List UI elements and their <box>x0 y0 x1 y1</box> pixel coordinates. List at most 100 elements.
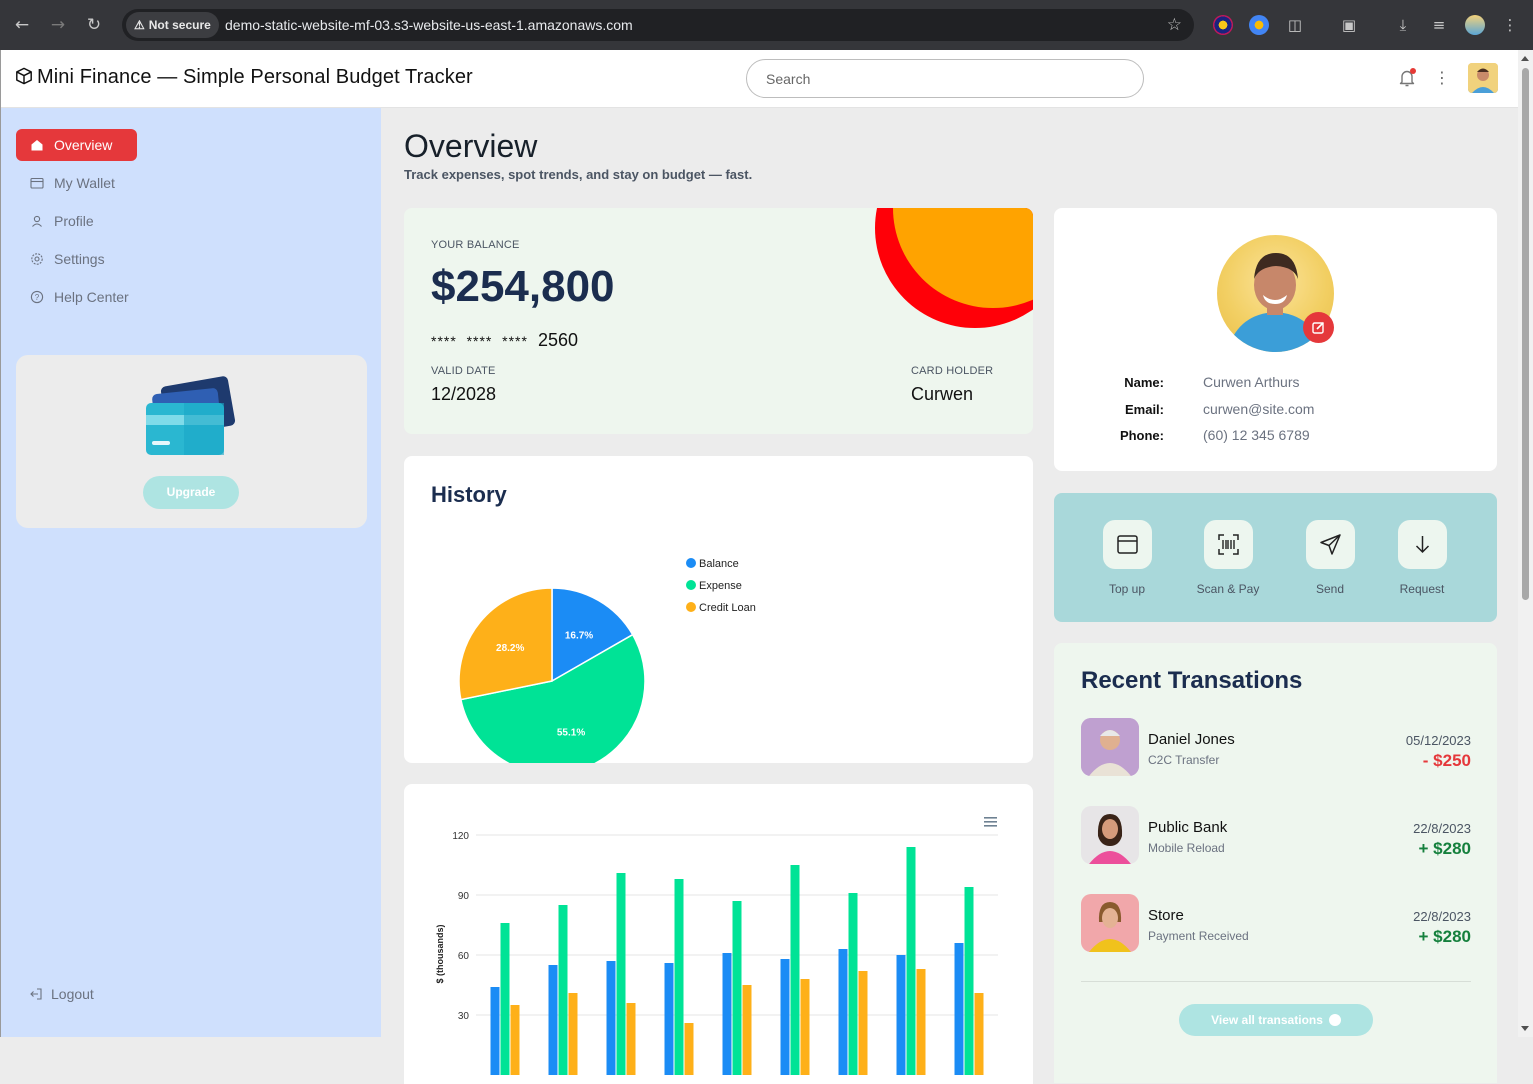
bar[interactable] <box>858 971 868 1075</box>
logout-link[interactable]: Logout <box>29 986 94 1002</box>
bar[interactable] <box>974 993 984 1075</box>
pie-data-label: 16.7% <box>565 630 593 641</box>
user-avatar[interactable] <box>1468 63 1498 93</box>
browser-profile-avatar[interactable] <box>1465 15 1485 35</box>
extension-icon[interactable] <box>1249 15 1269 35</box>
bar[interactable] <box>674 879 684 1075</box>
extension-icon[interactable] <box>1213 15 1233 35</box>
home-icon <box>31 140 43 151</box>
send-label: Send <box>1315 582 1345 596</box>
bar[interactable] <box>606 961 616 1075</box>
scroll-up-icon[interactable] <box>1521 56 1529 61</box>
legend-label[interactable]: Balance <box>699 558 739 570</box>
bar[interactable] <box>684 1023 694 1075</box>
scrollbar-thumb[interactable] <box>1522 68 1529 600</box>
scroll-down-icon[interactable] <box>1521 1026 1529 1031</box>
bar[interactable] <box>500 923 510 1075</box>
bar[interactable] <box>916 969 926 1075</box>
search-input[interactable] <box>746 59 1144 98</box>
bar[interactable] <box>742 985 752 1075</box>
bar[interactable] <box>964 887 974 1075</box>
bar[interactable] <box>568 993 578 1075</box>
y-tick-label: 60 <box>458 951 470 962</box>
transaction-name: Daniel Jones <box>1148 731 1235 748</box>
back-icon[interactable]: ← <box>11 14 33 36</box>
sidebar-item-label: Profile <box>54 213 94 229</box>
notification-bell[interactable] <box>1398 68 1416 88</box>
transaction-row[interactable]: Public Bank Mobile Reload 22/8/2023 + $2… <box>1081 806 1471 864</box>
edit-avatar-button[interactable] <box>1303 312 1334 343</box>
bar[interactable] <box>780 959 790 1075</box>
warning-icon: ⚠ <box>134 18 145 32</box>
valid-date-label: VALID DATE <box>431 365 496 377</box>
browser-menu-icon[interactable]: ⋮ <box>1500 15 1520 35</box>
bar[interactable] <box>896 955 906 1075</box>
bar[interactable] <box>790 865 800 1075</box>
bar[interactable] <box>510 1005 520 1075</box>
request-button[interactable]: Request <box>1372 520 1472 596</box>
y-tick-label: 30 <box>458 1011 470 1022</box>
more-options-icon[interactable]: ⋮ <box>1434 67 1450 89</box>
media-icon[interactable]: ≡ <box>1429 15 1449 35</box>
notification-dot <box>1410 68 1416 74</box>
legend-label[interactable]: Expense <box>699 580 742 592</box>
scan-pay-button[interactable]: Scan & Pay <box>1178 520 1278 596</box>
address-bar[interactable]: ⚠ Not secure demo-static-website-mf-03.s3… <box>122 9 1194 41</box>
sidebar-item-profile[interactable]: Profile <box>16 205 137 237</box>
sidebar-item-my-wallet[interactable]: My Wallet <box>16 167 137 199</box>
sidebar-item-help-center[interactable]: ? Help Center <box>16 281 137 313</box>
transaction-date: 22/8/2023 <box>1413 909 1471 924</box>
upgrade-card: Upgrade <box>16 355 367 528</box>
sidebar-item-label: Overview <box>54 137 113 153</box>
bar[interactable] <box>722 953 732 1075</box>
help-icon: ? <box>30 290 44 304</box>
legend-label[interactable]: Credit Loan <box>699 602 756 614</box>
sidebar-item-overview[interactable]: Overview <box>16 129 137 161</box>
page-scrollbar[interactable] <box>1518 50 1533 1037</box>
bar[interactable] <box>616 873 626 1075</box>
arrow-down-icon <box>1415 536 1429 554</box>
bar[interactable] <box>664 963 674 1075</box>
logout-icon <box>30 988 42 1000</box>
card-number-masked: **** **** **** <box>431 333 528 349</box>
tab-search-icon[interactable]: ▣ <box>1339 15 1359 35</box>
url-text[interactable]: demo-static-website-mf-03.s3-website-us-… <box>225 9 633 41</box>
bar[interactable] <box>490 987 500 1075</box>
phone-label: Phone: <box>1119 428 1164 443</box>
bar[interactable] <box>626 1003 636 1075</box>
bar[interactable] <box>800 979 810 1075</box>
view-all-transactions-button[interactable]: View all transations <box>1179 1004 1373 1036</box>
puzzle-icon[interactable]: ◫ <box>1285 15 1305 35</box>
not-secure-chip[interactable]: ⚠ Not secure <box>126 12 219 38</box>
top-up-button[interactable]: Top up <box>1077 520 1177 596</box>
logout-label: Logout <box>51 986 94 1002</box>
wallet-icon <box>30 177 44 189</box>
send-button[interactable]: Send <box>1280 520 1380 596</box>
legend-marker <box>686 558 696 568</box>
upgrade-button[interactable]: Upgrade <box>143 476 239 509</box>
forward-icon[interactable]: → <box>47 14 69 36</box>
page-subtitle: Track expenses, spot trends, and stay on… <box>404 167 753 182</box>
top-up-label: Top up <box>1108 582 1146 596</box>
transaction-row[interactable]: Daniel Jones C2C Transfer 05/12/2023 - $… <box>1081 718 1471 776</box>
app-brand[interactable]: Mini Finance — Simple Personal Budget Tr… <box>15 66 473 89</box>
sidebar-item-settings[interactable]: Settings <box>16 243 137 275</box>
recent-transactions-card: Recent Transations Daniel Jones C2C Tran… <box>1054 643 1497 1083</box>
bar[interactable] <box>848 893 858 1075</box>
bar[interactable] <box>906 847 916 1075</box>
avatar-image <box>1468 63 1498 93</box>
balance-card: YOUR BALANCE $254,800 **** **** **** 256… <box>404 208 1033 434</box>
reload-icon[interactable]: ↻ <box>83 14 105 36</box>
bookmark-star-icon[interactable]: ☆ <box>1167 9 1182 41</box>
transaction-name: Public Bank <box>1148 819 1228 836</box>
bar[interactable] <box>838 949 848 1075</box>
bar[interactable] <box>548 965 558 1075</box>
download-icon[interactable]: ⤓ <box>1393 15 1413 35</box>
y-tick-label: 120 <box>452 831 469 842</box>
y-axis-label: $ (thousands) <box>435 924 445 983</box>
bar[interactable] <box>558 905 568 1075</box>
bar[interactable] <box>732 901 742 1075</box>
bar[interactable] <box>954 943 964 1075</box>
chart-menu-icon[interactable] <box>984 817 997 827</box>
transaction-row[interactable]: Store Payment Received 22/8/2023 + $280 <box>1081 894 1471 952</box>
